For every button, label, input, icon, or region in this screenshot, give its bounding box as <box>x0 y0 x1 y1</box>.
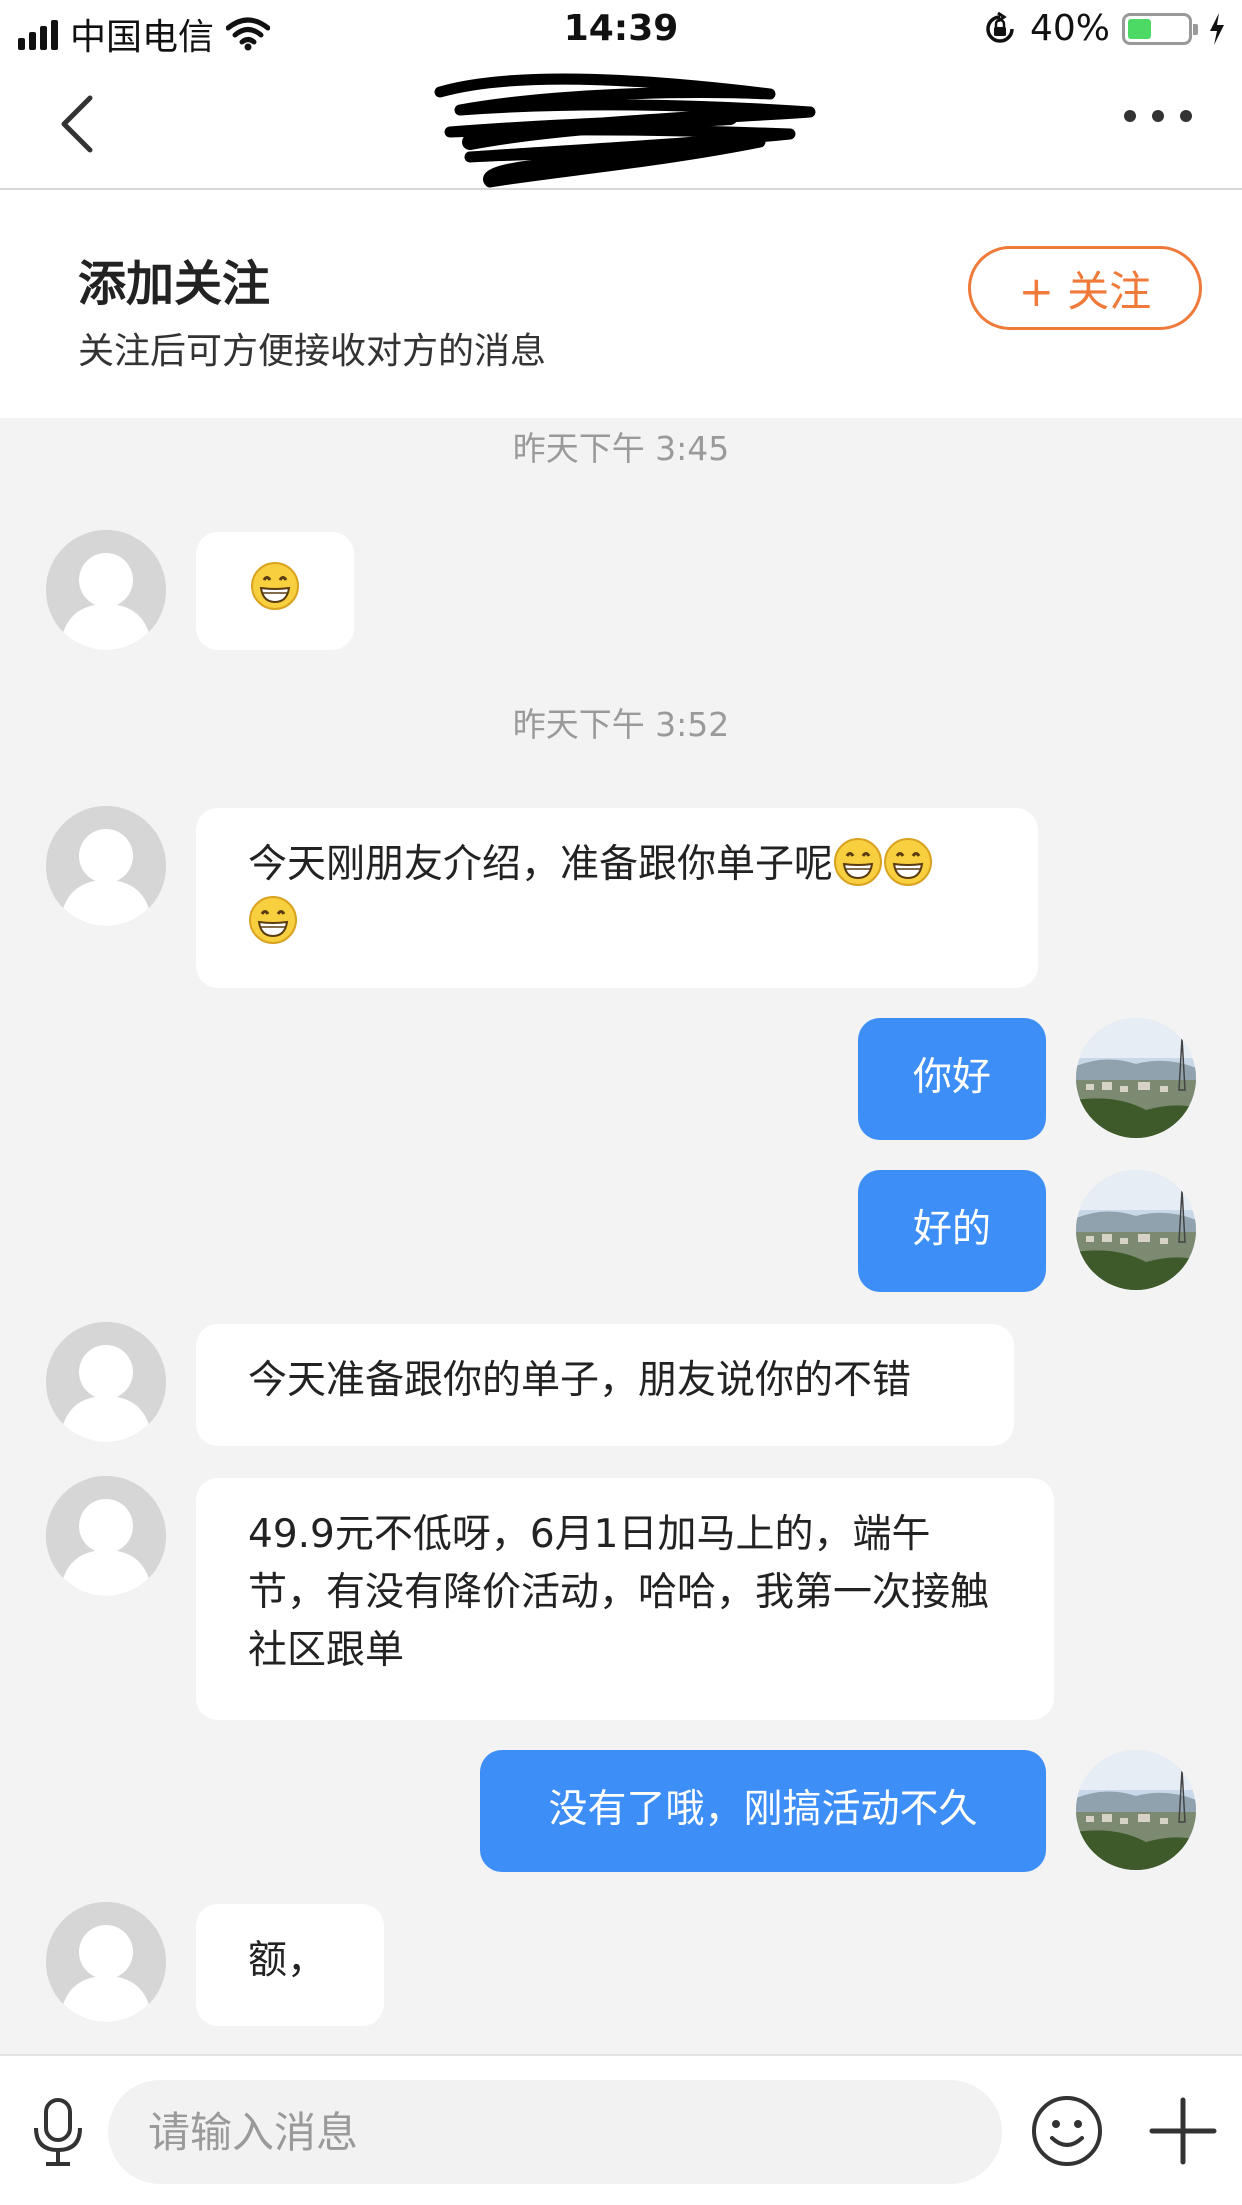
message-text: 你好 <box>912 1055 991 1100</box>
message-bubble[interactable]: 49.9元不低呀，6月1日加马上的，端午节，有没有降价活动，哈哈，我第一次接触社… <box>196 1478 1054 1720</box>
orientation-lock-icon <box>986 11 1014 43</box>
default-avatar-icon <box>46 1476 166 1596</box>
chat-area[interactable]: 昨天下午 3:45 昨天下午 3:52 今天刚朋友介绍，准备跟你单子呢 你好 好… <box>0 418 1242 2054</box>
follow-button[interactable]: + 关注 <box>968 246 1202 330</box>
message-bubble[interactable]: 今天准备跟你的单子，朋友说你的不错 <box>196 1324 1014 1446</box>
input-bar <box>0 2054 1242 2205</box>
follow-banner: 添加关注 关注后可方便接收对方的消息 + 关注 <box>0 190 1242 418</box>
battery-icon <box>1122 12 1198 45</box>
message-bubble-outgoing[interactable]: 没有了哦，刚搞活动不久 <box>480 1750 1046 1872</box>
message-bubble[interactable]: 额， <box>196 1904 384 2026</box>
contact-avatar[interactable] <box>46 1322 166 1442</box>
status-bar: 中国电信 14:39 40% <box>0 0 1242 62</box>
my-avatar[interactable] <box>1076 1750 1196 1870</box>
message-text: 今天刚朋友介绍，准备跟你单子呢 <box>248 842 834 887</box>
follow-subtitle: 关注后可方便接收对方的消息 <box>78 331 547 372</box>
contact-avatar[interactable] <box>46 1476 166 1596</box>
message-text: 49.9元不低呀，6月1日加马上的，端午节，有没有降价活动，哈哈，我第一次接触社… <box>248 1512 990 1673</box>
microphone-icon[interactable] <box>30 2096 86 2168</box>
my-avatar[interactable] <box>1076 1170 1196 1290</box>
contact-avatar[interactable] <box>46 1902 166 2022</box>
grinning-emoji-icon <box>884 838 933 886</box>
grinning-emoji-icon <box>251 562 299 610</box>
charging-icon <box>1210 12 1224 45</box>
contact-avatar[interactable] <box>46 530 166 650</box>
message-bubble[interactable] <box>196 532 354 650</box>
more-icon[interactable] <box>1124 110 1192 122</box>
default-avatar-icon <box>46 1902 166 2022</box>
back-icon[interactable] <box>50 92 110 156</box>
plus-icon[interactable] <box>1148 2096 1218 2166</box>
battery-percent: 40% <box>1029 8 1110 49</box>
chat-screen: 中国电信 14:39 40% 添加关注 关注后可方便接收对方的消息 + 关注 昨… <box>0 0 1242 2205</box>
message-text: 今天准备跟你的单子，朋友说你的不错 <box>248 1358 912 1403</box>
contact-avatar[interactable] <box>46 806 166 926</box>
message-bubble-outgoing[interactable]: 好的 <box>858 1170 1046 1292</box>
message-bubble-outgoing[interactable]: 你好 <box>858 1018 1046 1140</box>
message-text: 额， <box>248 1938 327 1983</box>
battery-level-fill <box>1128 18 1151 39</box>
emoji-icon[interactable] <box>1030 2094 1104 2168</box>
timestamp: 昨天下午 3:52 <box>512 705 730 744</box>
message-bubble[interactable]: 今天刚朋友介绍，准备跟你单子呢 <box>196 808 1038 988</box>
message-text: 没有了哦，刚搞活动不久 <box>548 1787 978 1832</box>
follow-title: 添加关注 <box>78 256 271 312</box>
grinning-emoji-icon <box>249 896 297 944</box>
redacted-title-scribble <box>434 73 816 188</box>
message-input[interactable] <box>108 2080 1002 2184</box>
landscape-avatar-image <box>1076 1750 1196 1870</box>
my-avatar[interactable] <box>1076 1018 1196 1138</box>
timestamp: 昨天下午 3:45 <box>512 429 730 468</box>
navigation-bar <box>0 62 1242 190</box>
landscape-avatar-image <box>1076 1170 1196 1290</box>
message-text: 好的 <box>912 1207 991 1252</box>
grinning-emoji-icon <box>834 838 883 886</box>
default-avatar-icon <box>46 1322 166 1442</box>
default-avatar-icon <box>46 530 166 650</box>
default-avatar-icon <box>46 806 166 926</box>
landscape-avatar-image <box>1076 1018 1196 1138</box>
